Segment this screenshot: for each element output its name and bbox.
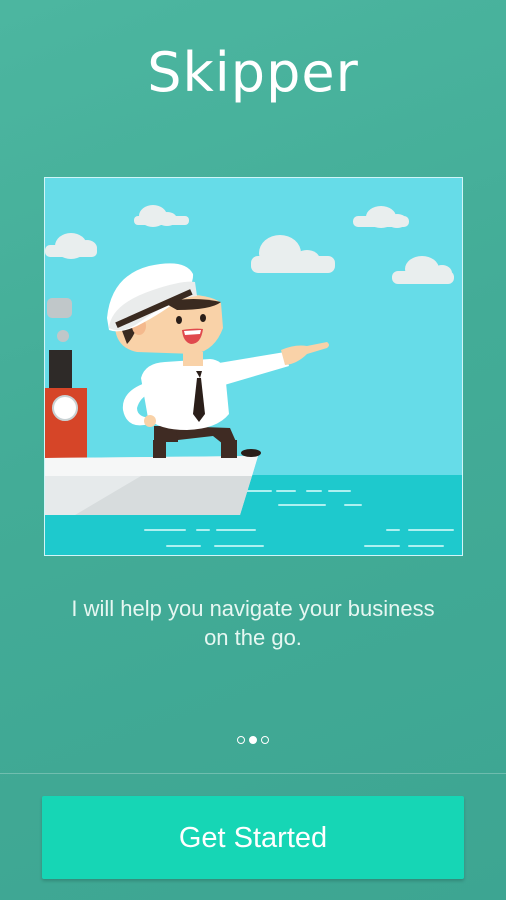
captain-illustration	[44, 177, 463, 556]
page-dot[interactable]	[261, 736, 269, 744]
footer-divider	[0, 773, 506, 774]
get-started-button[interactable]: Get Started	[42, 796, 464, 879]
page-dot-active[interactable]	[249, 736, 257, 744]
app-title: Skipper	[147, 41, 359, 104]
onboarding-tagline: I will help you navigate your business o…	[71, 596, 435, 650]
page-indicator[interactable]	[0, 736, 506, 744]
page-dot[interactable]	[237, 736, 245, 744]
